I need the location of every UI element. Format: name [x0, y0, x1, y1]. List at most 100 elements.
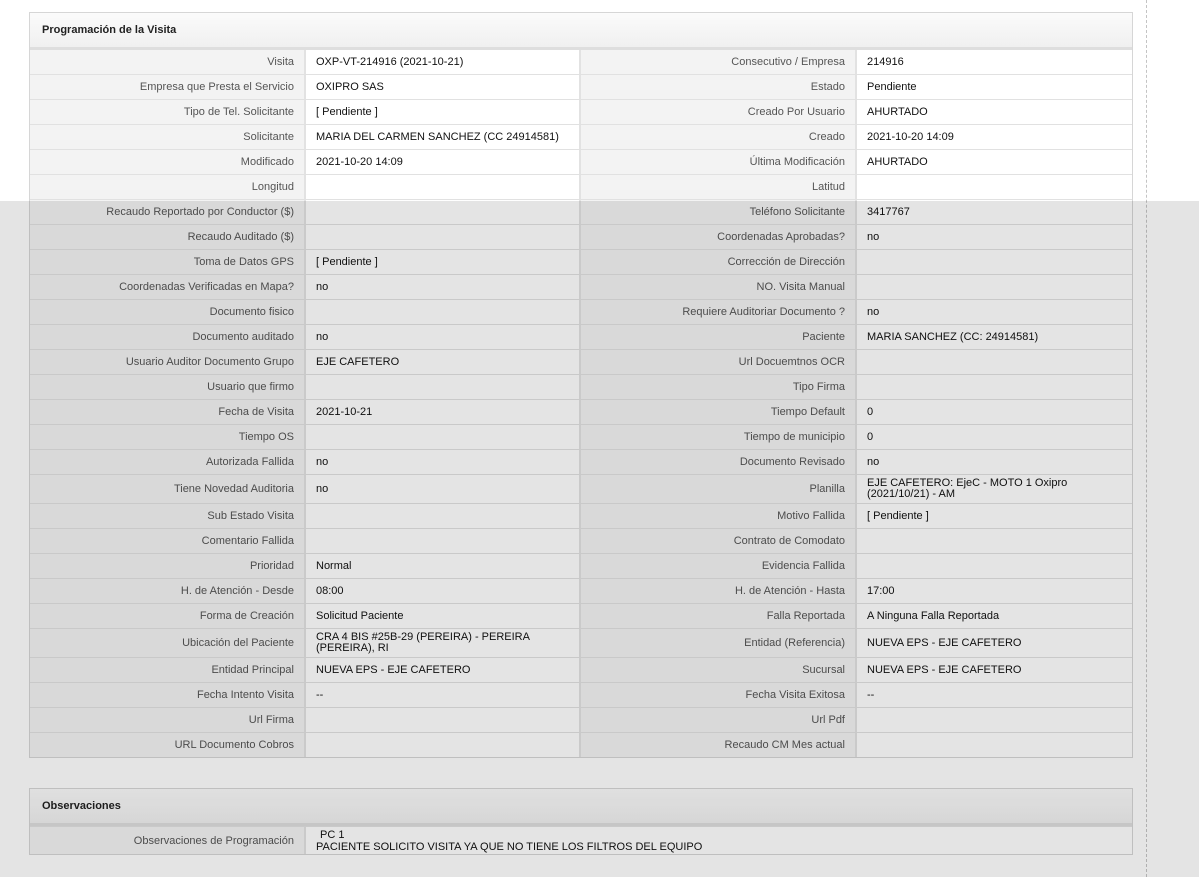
- field-label: Url Pdf: [581, 708, 857, 732]
- field-value: no: [306, 275, 581, 299]
- field-label: Prioridad: [30, 554, 306, 578]
- observaciones-line-1: PC 1: [320, 828, 345, 841]
- field-label: NO. Visita Manual: [581, 275, 857, 299]
- field-label: Tiene Novedad Auditoria: [30, 475, 306, 503]
- table-row: Coordenadas Verificadas en Mapa? no NO. Vi…: [30, 274, 1132, 299]
- field-label: Planilla: [581, 475, 857, 503]
- field-label: Falla Reportada: [581, 604, 857, 628]
- dashed-divider: [1146, 0, 1147, 877]
- field-value: no: [857, 225, 1132, 249]
- field-value: 08:00: [306, 579, 581, 603]
- table-row: Sub Estado Visita Motivo Fallida[ Pendien…: [30, 503, 1132, 528]
- table-row: Fecha Intento Visita -- Fecha Visita Exito…: [30, 682, 1132, 707]
- field-value: [306, 300, 581, 324]
- field-value: no: [857, 300, 1132, 324]
- field-label: Usuario Auditor Documento Grupo: [30, 350, 306, 374]
- field-value: MARIA DEL CARMEN SANCHEZ (CC 24914581): [306, 125, 581, 149]
- field-label: H. de Atención - Hasta: [581, 579, 857, 603]
- field-value: 17:00: [857, 579, 1132, 603]
- field-label: Tipo Firma: [581, 375, 857, 399]
- field-label: Recaudo Reportado por Conductor ($): [30, 200, 306, 224]
- field-value: [857, 733, 1132, 757]
- table-row: Documento fisico Requiere Auditoriar Docu…: [30, 299, 1132, 324]
- field-label: Creado: [581, 125, 857, 149]
- field-label: Sub Estado Visita: [30, 504, 306, 528]
- table-row: Longitud Latitud: [30, 174, 1132, 199]
- field-value: [306, 529, 581, 553]
- field-value: [857, 375, 1132, 399]
- observaciones-label: Observaciones de Programación: [30, 827, 306, 854]
- field-value: Pendiente: [857, 75, 1132, 99]
- table-row: Toma de Datos GPS[ Pendiente ] Corrección…: [30, 249, 1132, 274]
- field-value: NUEVA EPS - EJE CAFETERO: [857, 629, 1132, 657]
- field-value: Solicitud Paciente: [306, 604, 581, 628]
- observaciones-title: Observaciones: [30, 789, 1132, 826]
- table-row: Fecha de Visita 2021-10-21 Tiempo Default 0: [30, 399, 1132, 424]
- field-label: Autorizada Fallida: [30, 450, 306, 474]
- field-value: [306, 504, 581, 528]
- table-row: Comentario Fallida Contrato de Comodato: [30, 528, 1132, 553]
- field-label: Recaudo CM Mes actual: [581, 733, 857, 757]
- field-value: MARIA SANCHEZ (CC: 24914581): [857, 325, 1132, 349]
- field-value: [ Pendiente ]: [857, 504, 1132, 528]
- field-value: [ Pendiente ]: [306, 100, 581, 124]
- table-row: Prioridad Normal Evidencia Fallida: [30, 553, 1132, 578]
- field-value: [306, 200, 581, 224]
- field-value: AHURTADO: [857, 150, 1132, 174]
- table-row: Modificado 2021-10-20 14:09 Última Modific…: [30, 149, 1132, 174]
- field-value: 2021-10-20 14:09: [857, 125, 1132, 149]
- field-value: OXIPRO SAS: [306, 75, 581, 99]
- field-label: Contrato de Comodato: [581, 529, 857, 553]
- field-label: H. de Atención - Desde: [30, 579, 306, 603]
- field-value: [306, 175, 581, 199]
- field-label: Fecha Intento Visita: [30, 683, 306, 707]
- programacion-table: Visita OXP-VT-214916 (2021-10-21) Consecut…: [30, 50, 1132, 757]
- programacion-panel: Programación de la Visita Visita OXP-VT-2…: [29, 12, 1133, 758]
- field-label: Teléfono Solicitante: [581, 200, 857, 224]
- field-value: [306, 708, 581, 732]
- table-row: Entidad Principal NUEVA EPS - EJE CAFETER…: [30, 657, 1132, 682]
- field-label: Visita: [30, 50, 306, 74]
- field-label: Recaudo Auditado ($): [30, 225, 306, 249]
- field-label: Entidad (Referencia): [581, 629, 857, 657]
- field-value: 2021-10-21: [306, 400, 581, 424]
- table-row: URL Documento Cobros Recaudo CM Mes actua…: [30, 732, 1132, 757]
- field-label: Consecutivo / Empresa: [581, 50, 857, 74]
- observaciones-panel: Observaciones Observaciones de Programac…: [29, 788, 1133, 855]
- field-value: --: [857, 683, 1132, 707]
- table-row: Recaudo Auditado ($) Coordenadas Aprobada…: [30, 224, 1132, 249]
- field-value: [306, 225, 581, 249]
- field-label: Documento Revisado: [581, 450, 857, 474]
- field-label: Fecha de Visita: [30, 400, 306, 424]
- field-value: [857, 554, 1132, 578]
- field-label: Tipo de Tel. Solicitante: [30, 100, 306, 124]
- field-label: Longitud: [30, 175, 306, 199]
- field-value: no: [306, 450, 581, 474]
- field-label: Fecha Visita Exitosa: [581, 683, 857, 707]
- field-label: Requiere Auditoriar Documento ?: [581, 300, 857, 324]
- field-label: Coordenadas Verificadas en Mapa?: [30, 275, 306, 299]
- field-label: Paciente: [581, 325, 857, 349]
- field-label: Latitud: [581, 175, 857, 199]
- field-value: [857, 250, 1132, 274]
- table-row: Ubicación del Paciente CRA 4 BIS #25B-29 …: [30, 628, 1132, 657]
- table-row: Recaudo Reportado por Conductor ($) Teléf…: [30, 199, 1132, 224]
- table-row: Solicitante MARIA DEL CARMEN SANCHEZ (CC …: [30, 124, 1132, 149]
- field-label: Entidad Principal: [30, 658, 306, 682]
- field-value: 2021-10-20 14:09: [306, 150, 581, 174]
- field-value: [857, 708, 1132, 732]
- field-value: --: [306, 683, 581, 707]
- field-value: EJE CAFETERO: [306, 350, 581, 374]
- observaciones-line-2: PACIENTE SOLICITO VISITA YA QUE NO TIENE…: [316, 840, 703, 853]
- field-label: Documento auditado: [30, 325, 306, 349]
- field-value: [306, 425, 581, 449]
- field-label: Forma de Creación: [30, 604, 306, 628]
- field-label: Url Docuemtnos OCR: [581, 350, 857, 374]
- table-row: Tiempo OS Tiempo de municipio 0: [30, 424, 1132, 449]
- field-value: [306, 733, 581, 757]
- field-label: Comentario Fallida: [30, 529, 306, 553]
- field-value: [857, 275, 1132, 299]
- field-value: [857, 529, 1132, 553]
- table-row: Tipo de Tel. Solicitante[ Pendiente ] Cre…: [30, 99, 1132, 124]
- field-label: Motivo Fallida: [581, 504, 857, 528]
